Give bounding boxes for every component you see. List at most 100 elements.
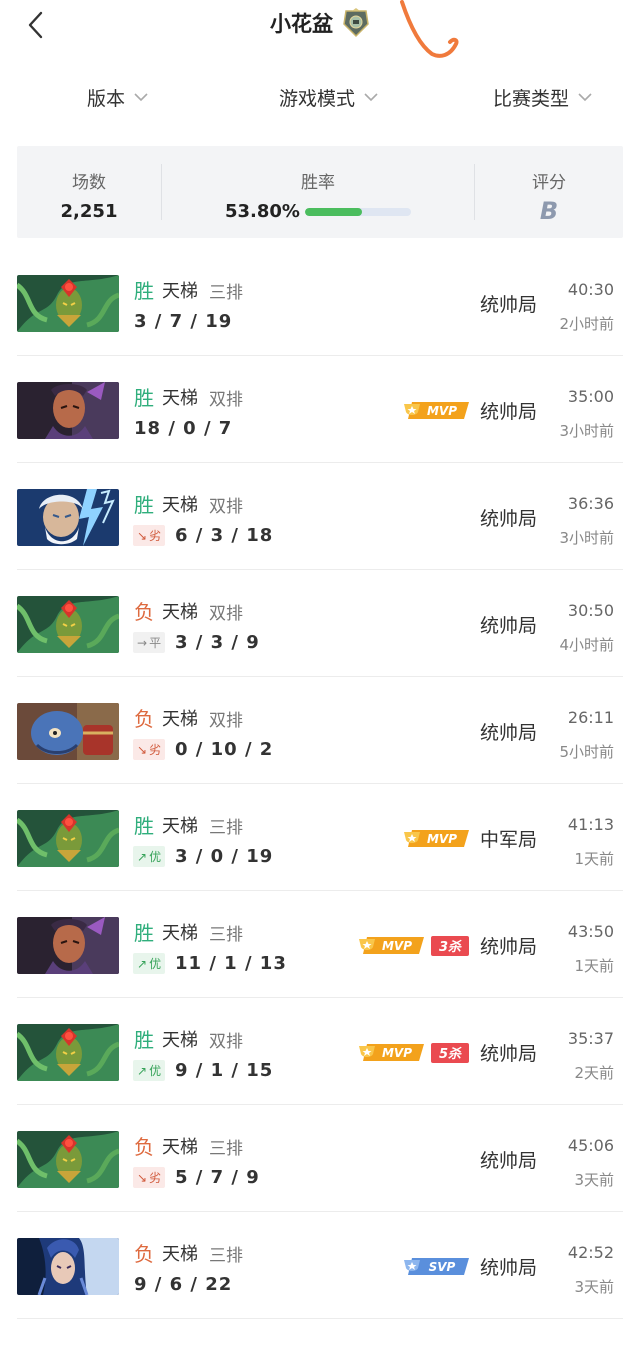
match-party: 三排 — [209, 283, 243, 303]
svp-badge-icon: SVP — [404, 1258, 469, 1275]
match-duration: 36:36 — [567, 494, 614, 513]
svg-text:MVP: MVP — [382, 939, 412, 953]
match-result: 负 — [134, 1242, 154, 1266]
match-mode: 天梯 — [162, 388, 198, 409]
performance-tag: ↗ 优 — [133, 953, 166, 974]
match-tier: 统帅局 — [479, 1150, 537, 1172]
match-party: 三排 — [209, 1246, 243, 1266]
stat-rating: 评分 B — [475, 146, 623, 238]
match-tier: 统帅局 — [479, 294, 537, 316]
performance-label: 优 — [149, 850, 162, 864]
match-duration: 41:13 — [567, 815, 614, 834]
trend-arrow-icon: ↘ — [137, 1170, 148, 1185]
match-time-ago: 3天前 — [574, 1278, 614, 1296]
match-tier: 统帅局 — [479, 1257, 537, 1279]
match-row[interactable]: 胜天梯 双排 18 / 0 / 7 MVP 统帅局 35:00 3小时前 — [17, 356, 623, 463]
performance-tag: ↗ 优 — [133, 846, 166, 867]
hero-portrait-luna — [17, 1238, 119, 1295]
rank-medal-icon — [343, 8, 369, 38]
match-row[interactable]: 胜天梯 三排 ↗ 优 11 / 1 / 13 MVP 3杀 统帅局 43:50 1天前 — [17, 891, 623, 998]
multikill-badge: 5杀 — [431, 1042, 469, 1063]
match-row[interactable]: 负天梯 双排 → 平 3 / 3 / 9 统帅局 30:50 4小时前 — [17, 570, 623, 677]
svp-badge: SVP — [404, 1256, 469, 1277]
match-mode: 天梯 — [162, 1030, 198, 1051]
match-row[interactable]: 负天梯 三排 9 / 6 / 22 SVP 统帅局 42:52 3天前 — [17, 1212, 623, 1319]
match-mode: 天梯 — [162, 923, 198, 944]
match-kda: 9 / 6 / 22 — [134, 1274, 233, 1295]
hero-portrait-zeus — [17, 489, 119, 546]
hero-zeus-icon — [17, 489, 119, 546]
match-mode: 天梯 — [162, 816, 198, 837]
title-wrap: 小花盆 — [0, 8, 640, 38]
match-mode: 天梯 — [162, 709, 198, 730]
hero-portrait-anti-mage — [17, 917, 119, 974]
performance-label: 平 — [149, 636, 162, 650]
performance-label: 劣 — [149, 529, 162, 543]
match-row[interactable]: 胜天梯 双排 ↗ 优 9 / 1 / 15 MVP 5杀 统帅局 35:37 2天前 — [17, 998, 623, 1105]
top-bar: 小花盆 — [0, 0, 640, 58]
match-row[interactable]: 负天梯 三排 ↘ 劣 5 / 7 / 9 统帅局 45:06 3天前 — [17, 1105, 623, 1212]
performance-label: 优 — [149, 1064, 162, 1078]
performance-label: 优 — [149, 957, 162, 971]
match-time-ago: 2小时前 — [559, 315, 614, 333]
hero-portrait-ogre-magi — [17, 703, 119, 760]
stat-games-label: 场数 — [72, 173, 106, 193]
hero-medusa-icon — [17, 1131, 119, 1188]
match-time-ago: 4小时前 — [559, 636, 614, 654]
match-result: 胜 — [134, 921, 154, 945]
match-row[interactable]: 胜天梯 三排 3 / 7 / 19 统帅局 40:30 2小时前 — [17, 249, 623, 356]
match-row[interactable]: 胜天梯 三排 ↗ 优 3 / 0 / 19 MVP 中军局 41:13 1天前 — [17, 784, 623, 891]
performance-tag: ↘ 劣 — [133, 739, 166, 760]
match-mode: 天梯 — [162, 281, 198, 302]
match-mode: 天梯 — [162, 1137, 198, 1158]
trend-arrow-icon: → — [137, 635, 148, 650]
filter-game-mode[interactable]: 游戏模式 — [279, 78, 378, 116]
mvp-badge-icon: MVP — [404, 830, 469, 847]
match-duration: 26:11 — [567, 708, 614, 727]
match-kda: 3 / 7 / 19 — [134, 311, 233, 332]
match-row[interactable]: 胜天梯 双排 ↘ 劣 6 / 3 / 18 统帅局 36:36 3小时前 — [17, 463, 623, 570]
match-party: 双排 — [209, 1032, 243, 1052]
mvp-badge-icon: MVP — [359, 937, 424, 954]
filter-match-type[interactable]: 比赛类型 — [493, 78, 592, 116]
svg-text:MVP: MVP — [427, 404, 457, 418]
multikill-label: 5杀 — [431, 1042, 469, 1063]
match-result: 负 — [134, 1135, 154, 1159]
match-result: 负 — [134, 600, 154, 624]
match-list: 胜天梯 三排 3 / 7 / 19 统帅局 40:30 2小时前胜天梯 双排 18 / 0 /… — [17, 249, 623, 1319]
stat-winrate-value: 53.80% — [225, 201, 300, 222]
hero-portrait-anti-mage — [17, 382, 119, 439]
hero-portrait-medusa — [17, 596, 119, 653]
match-tier: 统帅局 — [479, 936, 537, 958]
hero-portrait-medusa — [17, 1024, 119, 1081]
svg-text:MVP: MVP — [427, 832, 457, 846]
match-time-ago: 1天前 — [574, 850, 614, 868]
match-time-ago: 3小时前 — [559, 422, 614, 440]
chevron-down-icon — [134, 93, 148, 102]
match-time-ago: 3天前 — [574, 1171, 614, 1189]
match-duration: 43:50 — [567, 922, 614, 941]
match-result: 胜 — [134, 279, 154, 303]
performance-tag: ↗ 优 — [133, 1060, 166, 1081]
stat-winrate: 胜率 53.80% — [162, 146, 474, 238]
hero-medusa-icon — [17, 596, 119, 653]
match-result: 负 — [134, 707, 154, 731]
trend-arrow-icon: ↘ — [137, 742, 148, 757]
stat-winrate-label: 胜率 — [301, 173, 335, 193]
svg-text:SVP: SVP — [429, 1260, 456, 1274]
hero-portrait-medusa — [17, 810, 119, 867]
match-kda: 18 / 0 / 7 — [134, 418, 233, 439]
filter-version[interactable]: 版本 — [87, 78, 148, 116]
match-row[interactable]: 负天梯 双排 ↘ 劣 0 / 10 / 2 统帅局 26:11 5小时前 — [17, 677, 623, 784]
match-tier: 统帅局 — [479, 508, 537, 530]
match-tier: 中军局 — [479, 829, 537, 851]
match-tier: 统帅局 — [479, 722, 537, 744]
match-kda: 9 / 1 / 15 — [175, 1060, 274, 1081]
match-tier: 统帅局 — [479, 1043, 537, 1065]
performance-label: 劣 — [149, 743, 162, 757]
match-tier: 统帅局 — [479, 615, 537, 637]
multikill-badge: 3杀 — [431, 935, 469, 956]
performance-tag: ↘ 劣 — [133, 1167, 166, 1188]
performance-tag: → 平 — [133, 632, 166, 653]
match-party: 三排 — [209, 818, 243, 838]
